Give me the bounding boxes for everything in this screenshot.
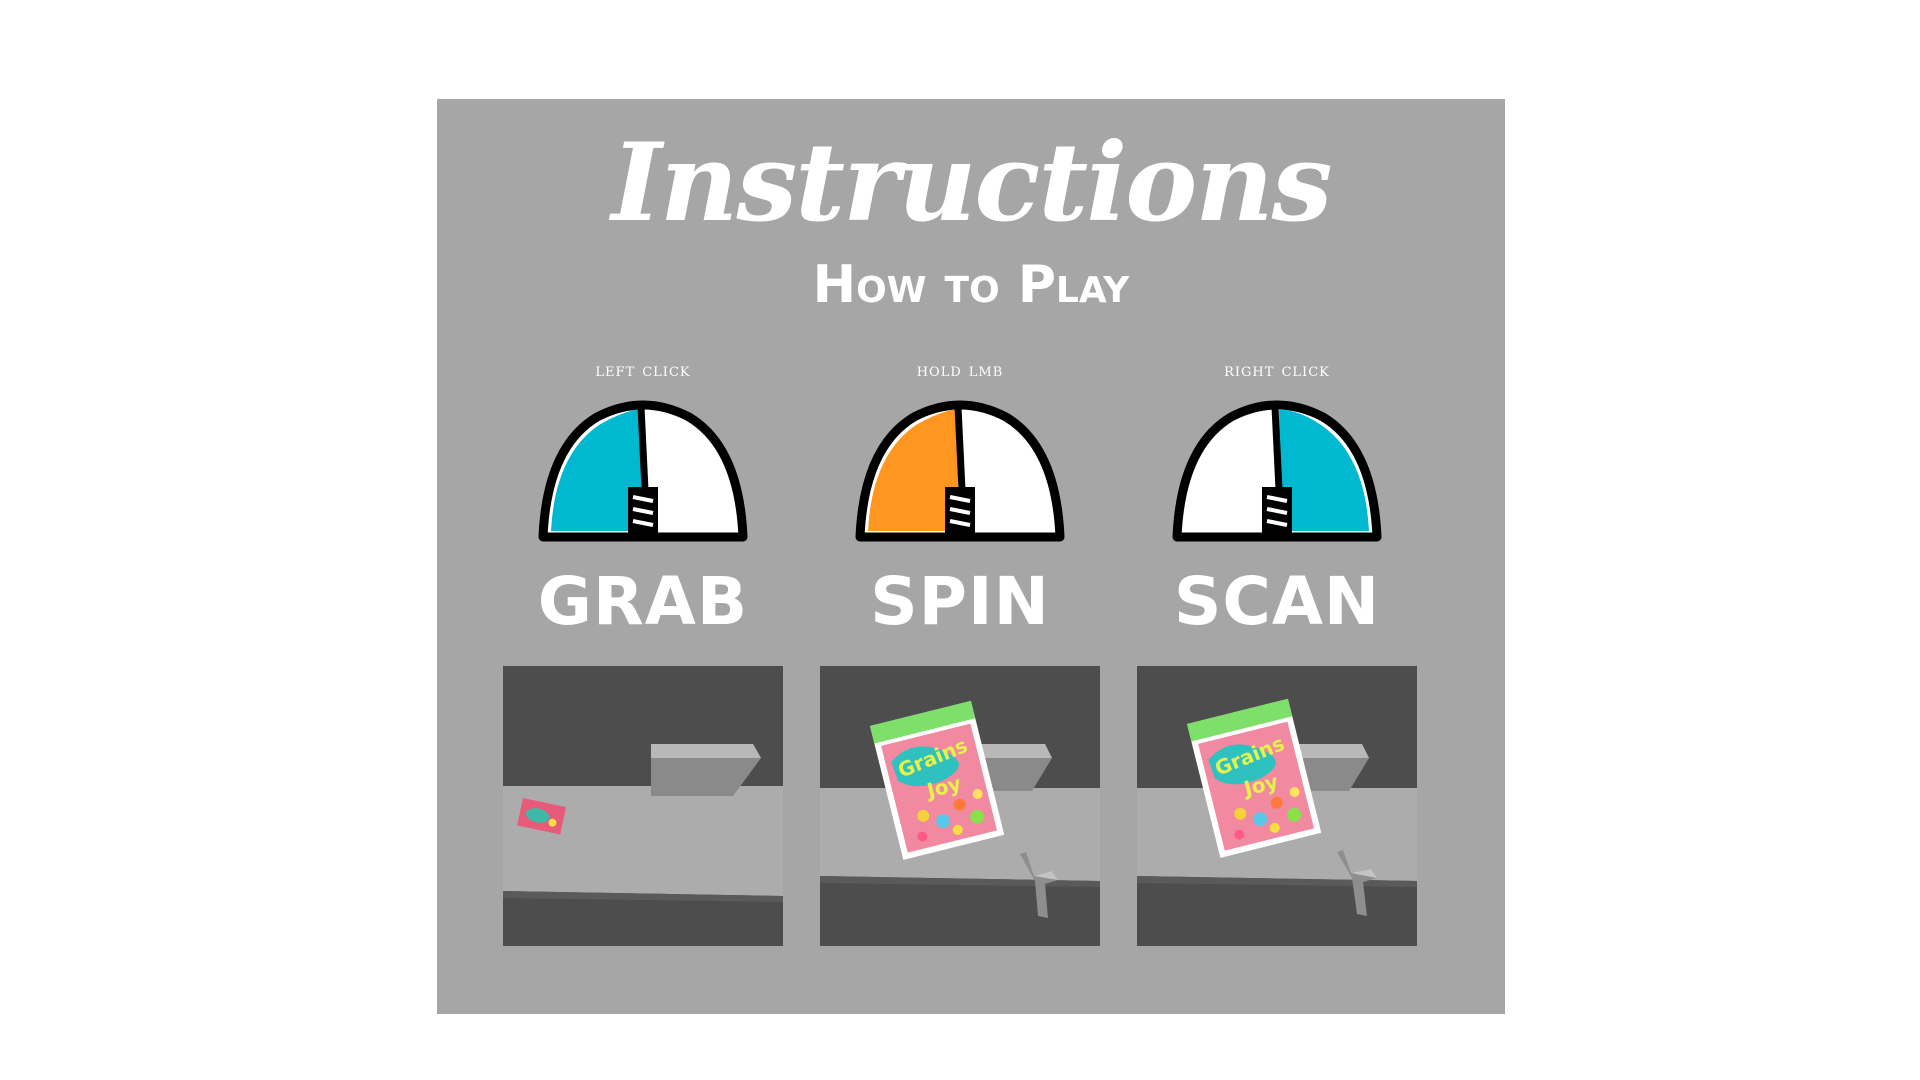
grab-preview-scene (503, 666, 783, 946)
input-label: right click (1224, 359, 1330, 381)
mouse-right-click-icon (1172, 400, 1382, 542)
mouse-hold-left-icon (855, 400, 1065, 542)
mouse-left-click-icon (538, 400, 748, 542)
input-label: hold lmb (916, 359, 1004, 381)
instructions-title: Instructions (611, 120, 1332, 246)
input-label: left click (595, 359, 691, 381)
action-label: GRAB (537, 563, 749, 640)
spin-preview-scene: Grains Joy (820, 666, 1100, 946)
how-to-play-subtitle: How to Play (812, 255, 1130, 315)
scan-preview-scene: Grains Joy (1137, 666, 1417, 946)
control-card-scan: right click SCAN Grains Joy (1127, 359, 1427, 979)
instructions-panel: Instructions How to Play left click GRAB (437, 99, 1505, 1014)
control-card-spin: hold lmb SPIN Grains Joy (810, 359, 1110, 979)
action-label: SPIN (870, 563, 1050, 640)
action-label: SCAN (1173, 563, 1381, 640)
control-card-grab: left click GRAB (493, 359, 793, 979)
